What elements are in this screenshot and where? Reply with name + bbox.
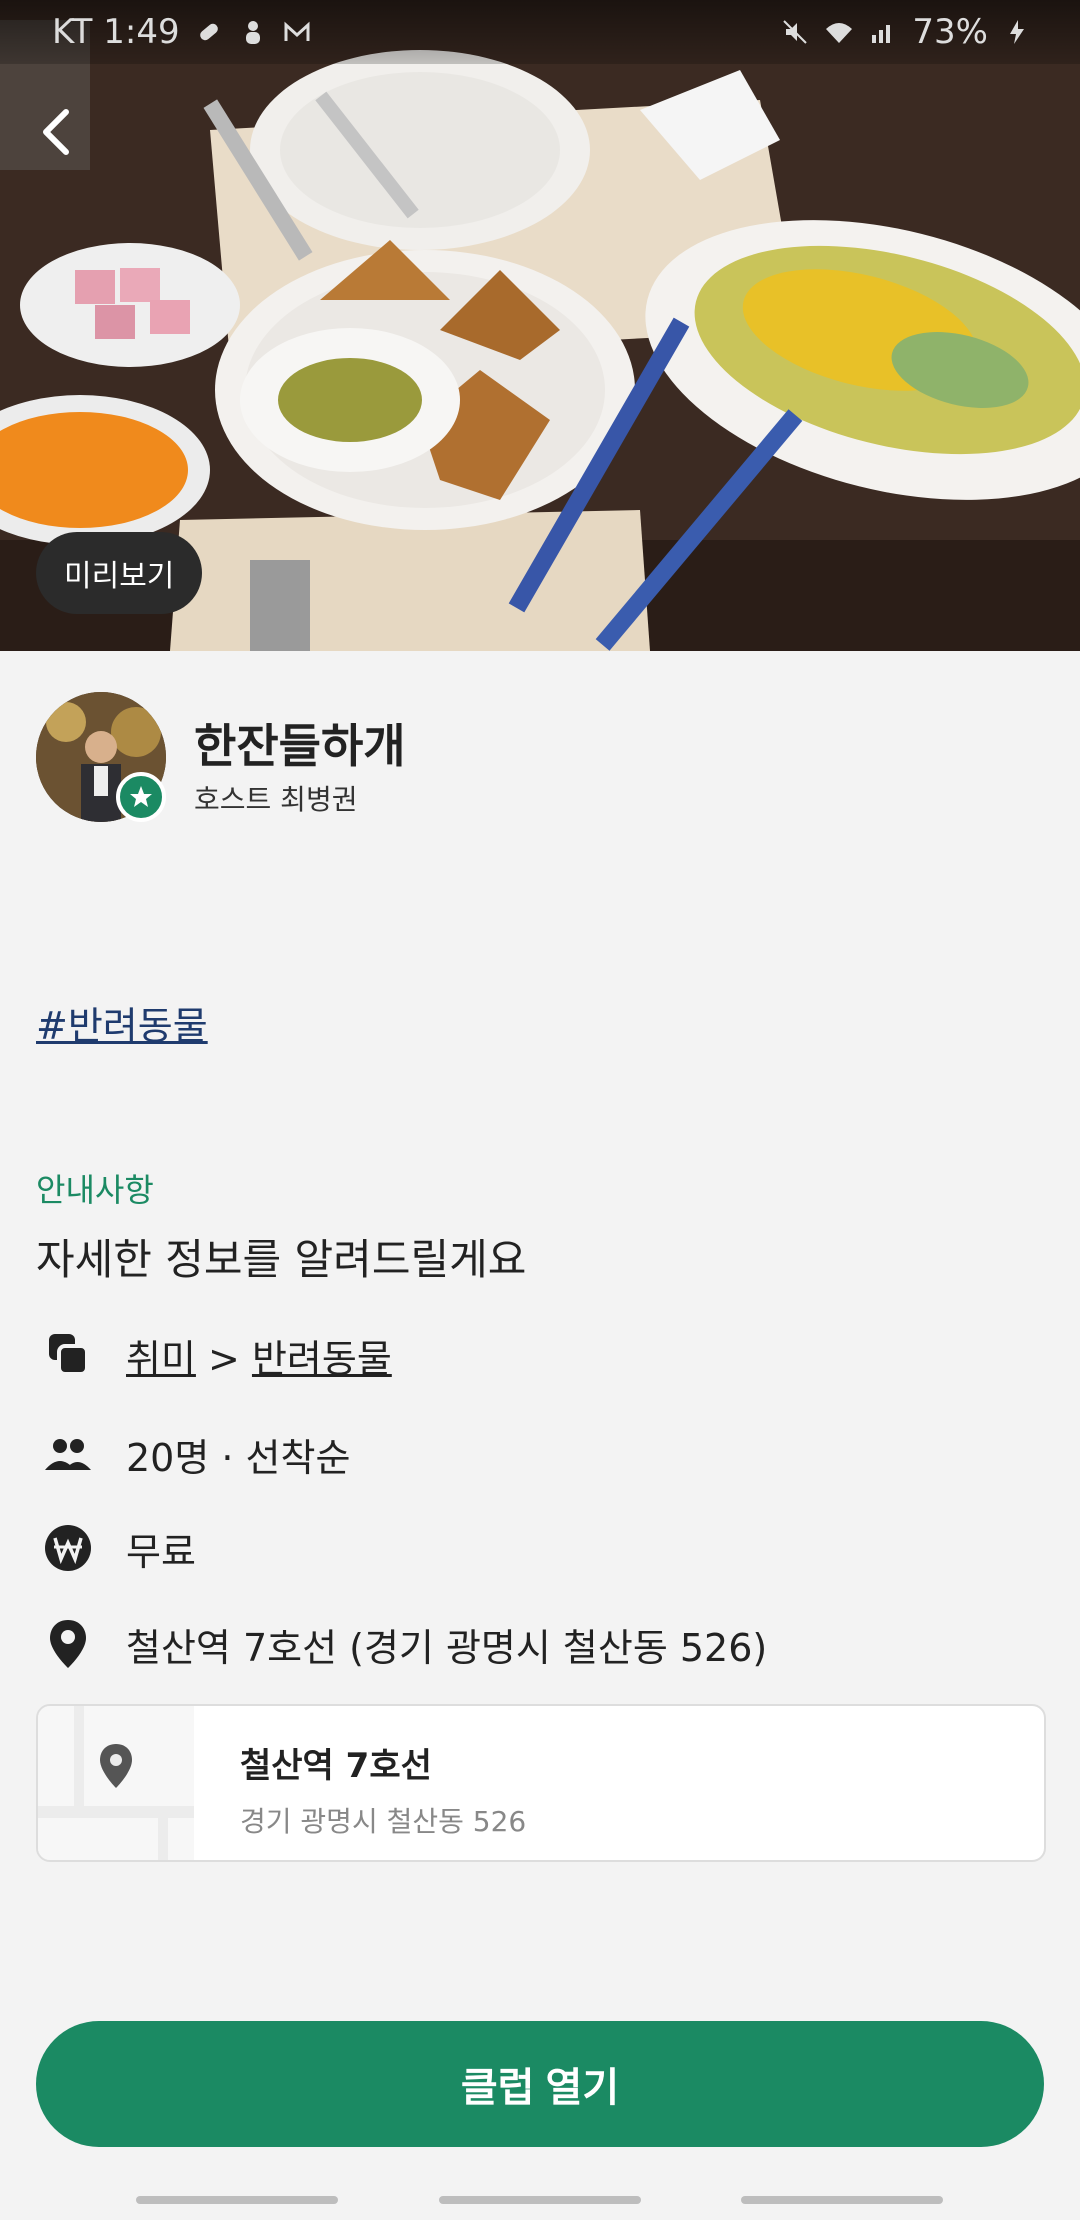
host-name[interactable]: 호스트 최병권 [194,778,357,818]
back-button[interactable] [30,104,86,160]
section-label: 안내사항 [36,1171,154,1209]
map-address: 경기 광명시 철산동 526 [240,1805,527,1838]
preview-label: 미리보기 [64,559,175,594]
location-text: 철산역 7호선 (경기 광명시 철산동 526) [126,1625,768,1670]
mute-icon [783,20,808,44]
club-name: 한잔들하개 [194,719,406,773]
status-bar: KT 1:49 73% [0,0,1080,64]
location-pin-icon [36,1614,100,1674]
nav-back-button[interactable] [741,2196,943,2204]
category-icon [36,1325,100,1385]
battery-percent: 73% [912,12,988,52]
people-icon [36,1424,100,1484]
map-card[interactable]: 철산역 7호선 경기 광명시 철산동 526 [36,1704,1046,1862]
mail-icon [284,21,310,41]
nav-home-button[interactable] [439,2196,641,2204]
category-row: 취미 > 반려동물 [36,1325,1036,1385]
capacity-text: 20명 · 선착순 [126,1435,351,1480]
person-icon [245,21,260,44]
category-separator: > [208,1336,240,1381]
category-main-link[interactable]: 취미 [126,1337,196,1381]
won-icon [36,1518,100,1578]
section-title: 자세한 정보를 알려드릴게요 [36,1235,527,1284]
wifi-icon [826,23,853,43]
host-badge [116,772,166,822]
capacity-row: 20명 · 선착순 [36,1424,1036,1484]
status-carrier-time: KT 1:49 [52,12,180,52]
pill-icon [199,23,218,41]
hero-photo: KT 1:49 73% 미리보기 [0,0,1080,651]
location-row: 철산역 7호선 (경기 광명시 철산동 526) [36,1614,1036,1674]
battery-charging-icon [1010,20,1024,44]
host-section: 한잔들하개 호스트 최병권 [36,692,1036,827]
open-club-button[interactable]: 클럽 열기 [36,2021,1044,2147]
system-nav-bar [0,2186,1080,2220]
signal-icon [872,25,891,43]
preview-button[interactable]: 미리보기 [36,532,203,614]
star-icon [130,786,152,807]
fee-text: 무료 [126,1529,196,1574]
map-title: 철산역 7호선 [240,1746,432,1786]
fee-row: 무료 [36,1518,1036,1578]
map-thumbnail [38,1706,194,1860]
hashtag-link[interactable]: #반려동물 [36,995,208,1050]
nav-recent-button[interactable] [136,2196,338,2204]
chevron-left-icon [43,109,69,155]
category-sub-link[interactable]: 반려동물 [252,1337,392,1381]
